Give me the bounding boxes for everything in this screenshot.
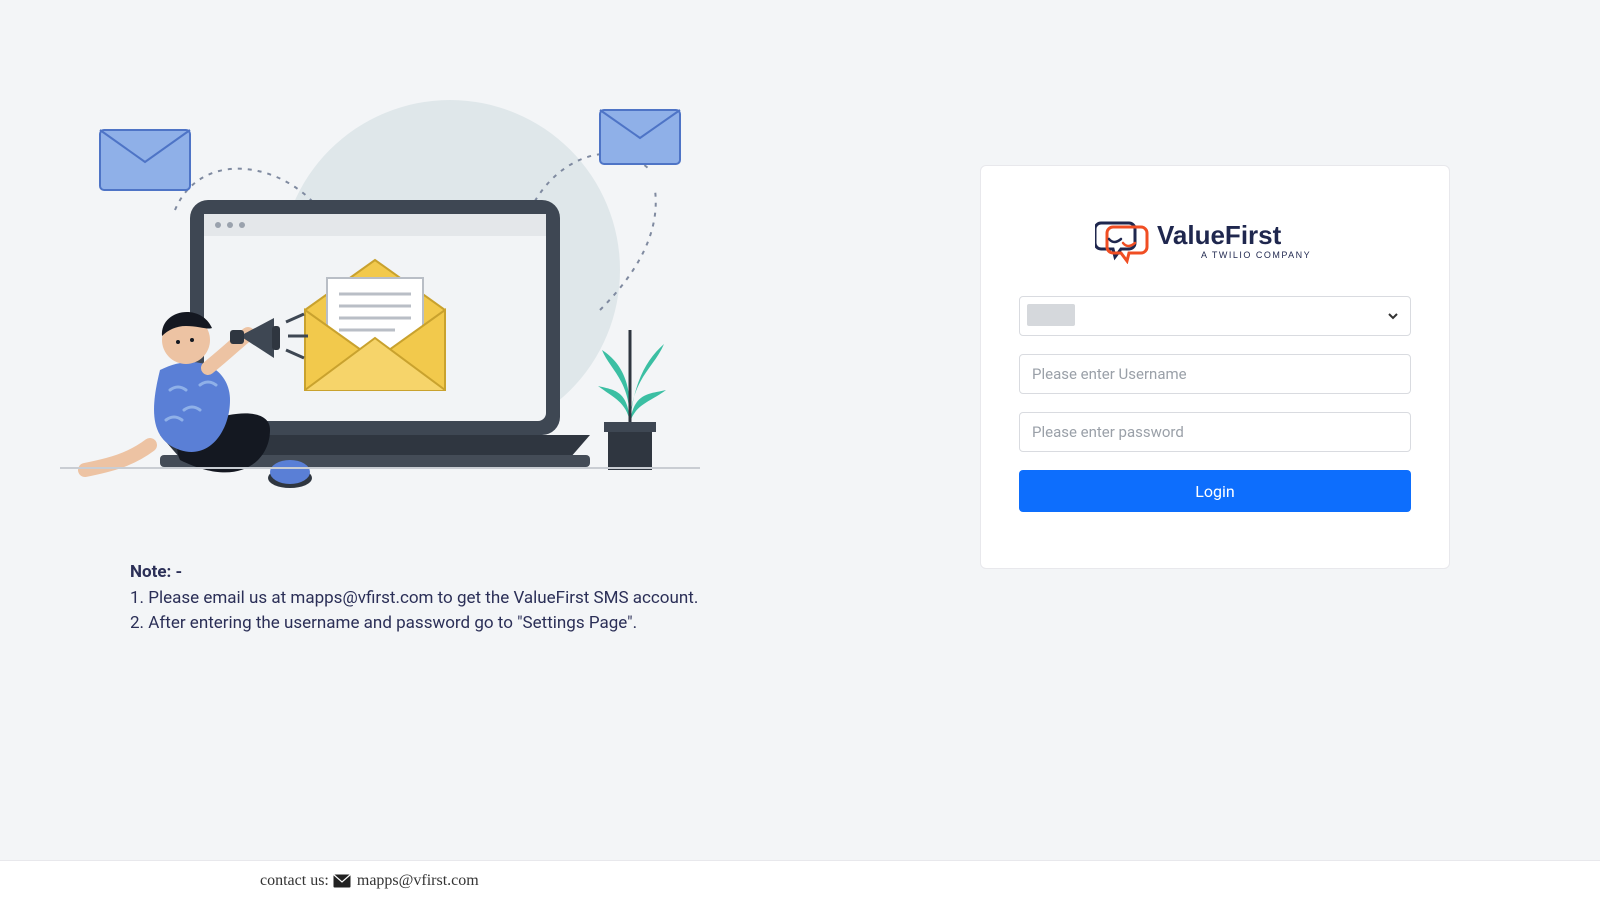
tenant-select[interactable] bbox=[1019, 296, 1411, 336]
brand-logo: ValueFirst A TWILIO COMPANY bbox=[1019, 214, 1411, 264]
footer-label: contact us: bbox=[260, 872, 329, 890]
svg-text:ValueFirst: ValueFirst bbox=[1157, 220, 1282, 250]
footer-email-link[interactable]: mapps@vfirst.com bbox=[357, 872, 479, 890]
note-line-1: 1. Please email us at mapps@vfirst.com t… bbox=[130, 586, 770, 612]
username-input[interactable] bbox=[1019, 354, 1411, 394]
note-block: Note: - 1. Please email us at mapps@vfir… bbox=[130, 560, 770, 637]
note-line-2: 2. After entering the username and passw… bbox=[130, 611, 770, 637]
footer: contact us: mapps@vfirst.com bbox=[0, 860, 1600, 900]
svg-text:A TWILIO COMPANY: A TWILIO COMPANY bbox=[1201, 250, 1311, 260]
envelope-icon bbox=[333, 874, 351, 888]
note-title: Note: - bbox=[130, 560, 770, 586]
password-input[interactable] bbox=[1019, 412, 1411, 452]
hero-illustration bbox=[60, 90, 700, 520]
login-card: ValueFirst A TWILIO COMPANY Login bbox=[980, 165, 1450, 569]
login-button[interactable]: Login bbox=[1019, 470, 1411, 512]
